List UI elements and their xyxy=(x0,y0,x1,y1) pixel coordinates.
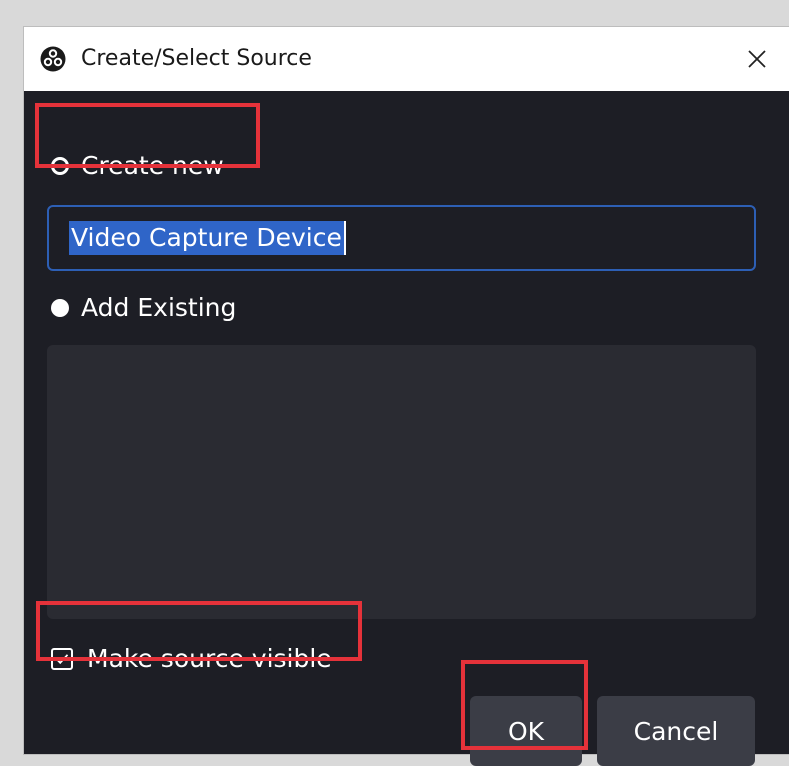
make-source-visible-label: Make source visible xyxy=(87,644,332,673)
checkbox-checked-icon xyxy=(51,648,73,670)
radio-checked-icon xyxy=(51,299,69,317)
source-name-value: Video Capture Device xyxy=(69,221,344,255)
existing-sources-list[interactable] xyxy=(47,345,756,619)
create-new-radio[interactable]: Create new xyxy=(51,146,224,186)
dialog-titlebar: Create/Select Source xyxy=(24,27,789,91)
ok-button[interactable]: OK xyxy=(470,696,582,766)
create-select-source-dialog: Create/Select Source Create new Video Ca… xyxy=(24,27,789,766)
dialog-title: Create/Select Source xyxy=(81,46,312,71)
make-source-visible-checkbox[interactable]: Make source visible xyxy=(51,639,332,679)
cancel-button[interactable]: Cancel xyxy=(597,696,755,766)
dialog-body: Create new Video Capture Device Add Exis… xyxy=(24,91,789,766)
close-button[interactable] xyxy=(739,41,775,77)
text-caret xyxy=(343,221,346,255)
add-existing-label: Add Existing xyxy=(81,293,237,322)
source-name-input[interactable]: Video Capture Device xyxy=(47,205,756,271)
create-new-label: Create new xyxy=(81,151,224,180)
close-icon xyxy=(748,50,766,68)
radio-unchecked-icon xyxy=(51,157,69,175)
obs-logo-icon xyxy=(40,46,66,72)
add-existing-radio[interactable]: Add Existing xyxy=(51,288,236,328)
